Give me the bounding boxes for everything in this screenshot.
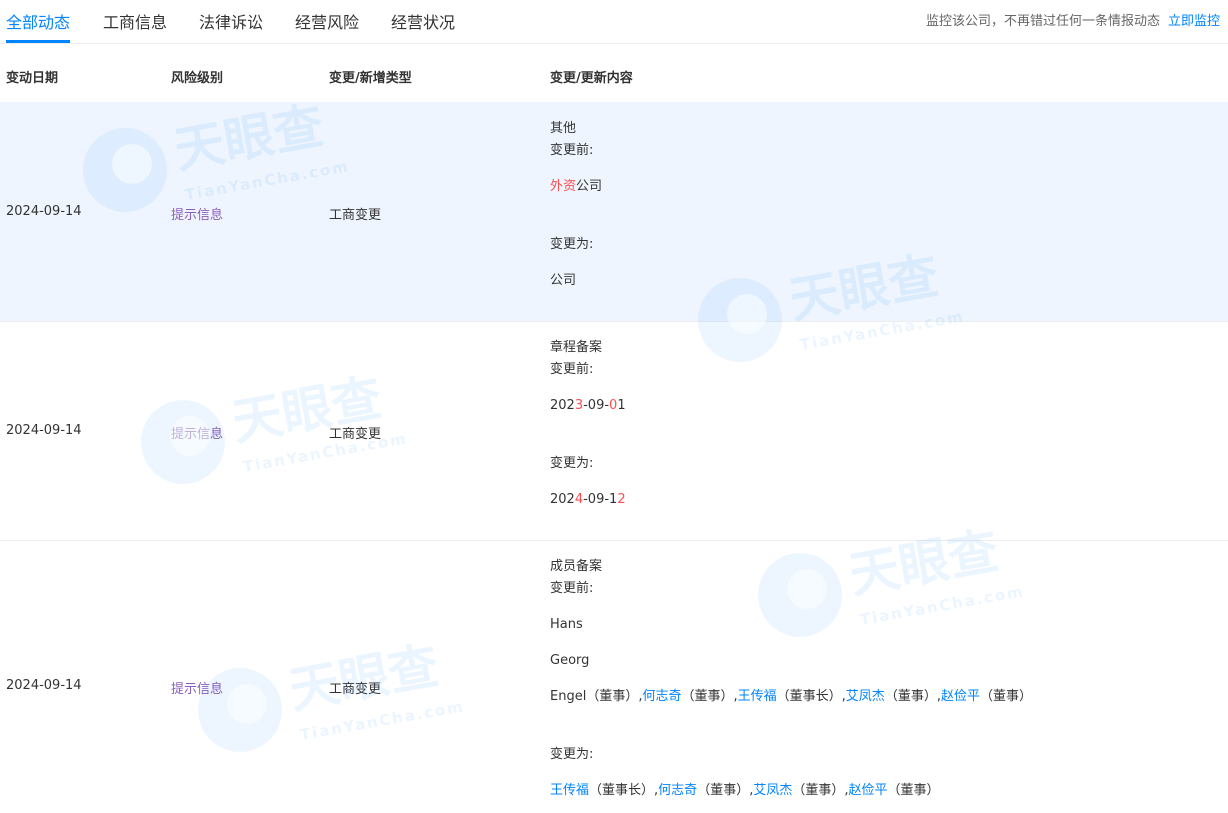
- person-link[interactable]: 王传福: [738, 689, 777, 704]
- row-change-type: 工商变更: [329, 682, 382, 697]
- after-label: 变更为:: [550, 747, 594, 762]
- before-value: 外资公司: [550, 178, 602, 196]
- table-header: 变动日期 风险级别 变更/新增类型 变更/更新内容: [0, 44, 1228, 102]
- person-entry: Engel（董事）,: [550, 689, 643, 704]
- before-label: 变更前:: [550, 362, 594, 377]
- row-change-type: 工商变更: [329, 208, 382, 223]
- after-label: 变更为:: [550, 237, 594, 252]
- row-risk-level[interactable]: 提示信息: [171, 678, 223, 697]
- header-change-date: 变动日期: [6, 71, 59, 86]
- after-people: 王传福（董事长）,何志奇（董事）,艾凤杰（董事）,赵俭平（董事）: [550, 783, 940, 798]
- row-change-type: 工商变更: [329, 427, 382, 442]
- monitor-text: 监控该公司，不再错过任何一条情报动态: [925, 14, 1160, 29]
- monitor-now-link[interactable]: 立即监控: [1168, 14, 1220, 29]
- person-role: （董事）: [979, 689, 1032, 704]
- tab-legal-litigation[interactable]: 法律诉讼: [199, 9, 263, 33]
- row-risk-level[interactable]: 提示信息: [171, 423, 223, 442]
- after-value: 2024-09-12: [550, 491, 626, 509]
- person-role: （董事长）: [589, 783, 655, 798]
- person-role: （董事）: [681, 689, 734, 704]
- active-tab-indicator: [6, 40, 70, 43]
- before-line: Hans: [550, 617, 583, 632]
- before-label: 变更前:: [550, 143, 594, 158]
- tab-business-info[interactable]: 工商信息: [103, 9, 167, 33]
- before-people: Engel（董事）,何志奇（董事）,王传福（董事长）,艾凤杰（董事）,赵俭平（董…: [550, 689, 1032, 704]
- header-change-content: 变更/更新内容: [550, 71, 633, 86]
- person-link[interactable]: 何志奇: [658, 783, 697, 798]
- person-link[interactable]: 何志奇: [642, 689, 681, 704]
- before-label: 变更前:: [550, 581, 594, 596]
- before-value: 2023-09-01: [550, 397, 626, 415]
- tab-bar: 全部动态 工商信息 法律诉讼 经营风险 经营状况 监控该公司，不再错过任何一条情…: [0, 0, 1228, 44]
- table-row: 2024-09-14 提示信息 工商变更 其他 变更前: 外资公司 变更为: 公…: [0, 102, 1228, 322]
- diff-changed: 2: [617, 492, 626, 507]
- person-role: （董事）: [697, 783, 750, 798]
- person-role: （董事）: [884, 689, 937, 704]
- diff-changed: 3: [574, 398, 584, 413]
- header-risk-level: 风险级别: [171, 71, 224, 86]
- table-row: 2024-09-14 提示信息 工商变更 章程备案 变更前: 2023-09-0…: [0, 322, 1228, 541]
- person-link[interactable]: 艾凤杰: [753, 783, 792, 798]
- person-role: （董事长）: [776, 689, 842, 704]
- row-content: 章程备案 变更前: 2023-09-01 变更为: 2024-09-12: [550, 339, 626, 509]
- diff-unchanged: -09-: [583, 398, 610, 413]
- change-category: 其他: [550, 121, 577, 136]
- diff-unchanged: 公司: [576, 179, 603, 194]
- tab-business-risk[interactable]: 经营风险: [295, 9, 359, 33]
- diff-removed: 外资: [550, 179, 577, 194]
- table-row: 2024-09-14 提示信息 工商变更 成员备案 变更前: Hans Geor…: [0, 541, 1228, 813]
- person-link[interactable]: 艾凤杰: [846, 689, 885, 704]
- row-date: 2024-09-14: [6, 204, 82, 219]
- person-role: （董事）: [792, 783, 845, 798]
- before-line: Georg: [550, 653, 590, 668]
- header-change-type: 变更/新增类型: [329, 71, 412, 86]
- row-date: 2024-09-14: [6, 678, 82, 693]
- diff-unchanged: -09-1: [583, 492, 618, 507]
- tab-business-status[interactable]: 经营状况: [391, 9, 455, 33]
- after-value: 公司: [550, 273, 577, 288]
- row-content: 成员备案 变更前: Hans Georg Engel（董事）,何志奇（董事）,王…: [550, 558, 1032, 800]
- diff-unchanged: 1: [617, 398, 626, 413]
- row-risk-level[interactable]: 提示信息: [171, 204, 223, 223]
- change-category: 章程备案: [550, 340, 603, 355]
- tab-all-updates[interactable]: 全部动态: [6, 9, 70, 33]
- person-link[interactable]: 赵俭平: [941, 689, 980, 704]
- person-link[interactable]: 赵俭平: [849, 783, 888, 798]
- person-link[interactable]: 王传福: [550, 783, 589, 798]
- diff-unchanged: 202: [550, 492, 575, 507]
- monitor-bar: 监控该公司，不再错过任何一条情报动态 立即监控: [926, 10, 1220, 29]
- change-category: 成员备案: [550, 559, 603, 574]
- person-role: （董事）: [887, 783, 940, 798]
- row-content: 其他 变更前: 外资公司 变更为: 公司: [550, 120, 602, 290]
- diff-unchanged: 202: [550, 398, 575, 413]
- diff-changed: 4: [574, 492, 584, 507]
- after-label: 变更为:: [550, 456, 594, 471]
- row-date: 2024-09-14: [6, 423, 82, 438]
